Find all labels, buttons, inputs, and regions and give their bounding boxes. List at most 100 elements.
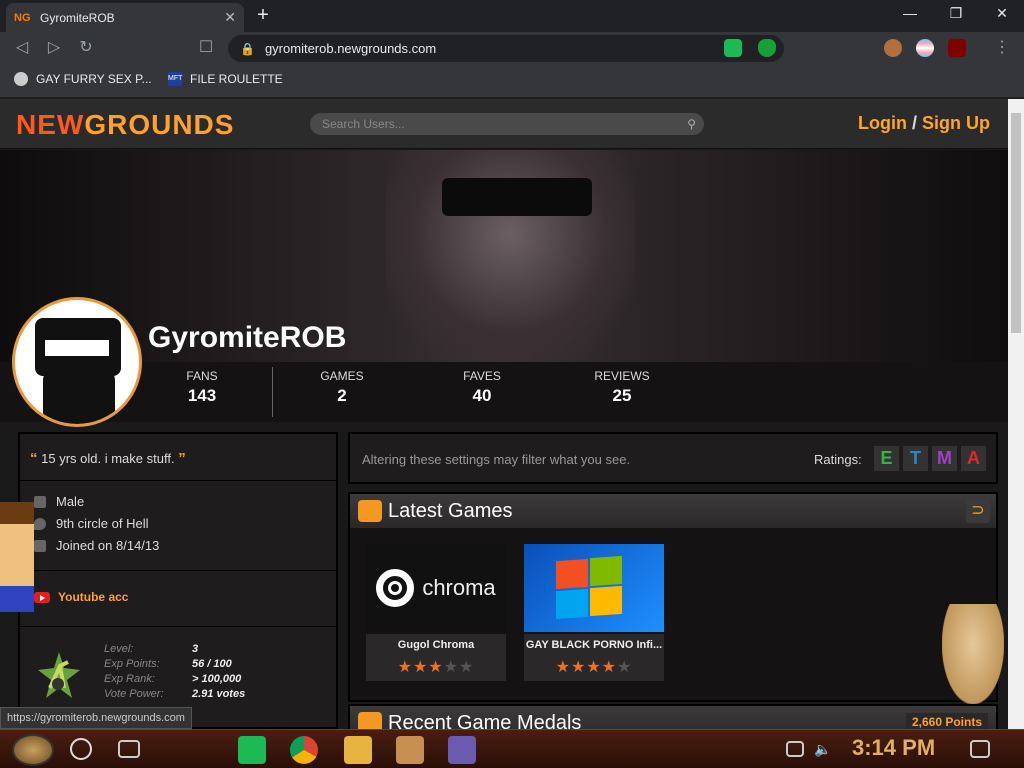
login-link[interactable]: Login [858,113,907,133]
address-bar[interactable]: 🔒 gyromiterob.newgrounds.com [228,35,784,62]
stat-reviews[interactable]: REVIEWS 25 [562,369,682,406]
chrome-taskbar-icon[interactable] [290,736,318,764]
game-title[interactable]: Gugol Chroma [366,634,506,656]
windows-taskbar: 🔈 3:14 PM [0,729,1024,768]
browser-tab-strip: NG GyromiteROB ✕ + — ❐ ✕ [0,0,1024,32]
joined-row: Joined on 8/14/13 [34,538,159,553]
task-view-icon[interactable] [118,740,140,758]
quote-open-icon: “ [30,450,38,467]
recent-medals-title[interactable]: Recent Game Medals [388,712,581,729]
start-button[interactable] [12,734,54,766]
virtualbox-icon[interactable] [448,736,476,764]
profile-quote: “ 15 yrs old. i make stuff. ” [30,450,186,467]
youtube-link[interactable]: Youtube acc [34,590,128,604]
tab-title: GyromiteROB [40,10,115,25]
star-filled-icon: ★ [586,659,602,676]
search-users-input[interactable]: Search Users... ⚲ [310,113,704,135]
browser-tab-active[interactable]: NG GyromiteROB ✕ [6,3,244,32]
latest-games-panel: Latest Games ⊃ chroma Gugol Chroma ★★★★★… [348,492,998,702]
new-tab-button[interactable]: + [252,4,274,26]
location-pin-icon [34,517,46,530]
status-bar-url: https://gyromiterob.newgrounds.com [0,707,192,729]
star-filled-icon: ★ [397,659,413,676]
stat-faves[interactable]: FAVES 40 [422,369,542,406]
close-window-button[interactable]: ✕ [982,5,1022,22]
shield-extension-icon[interactable] [758,39,776,57]
notifications-icon[interactable] [970,740,990,758]
ublock-icon[interactable] [948,39,966,57]
bookmark-item[interactable]: GAY FURRY SEX P... [14,72,152,86]
browser-toolbar: ◁ ▷ ↻ ☐ 🔒 gyromiterob.newgrounds.com ⋮ [0,32,1024,64]
url-text: gyromiterob.newgrounds.com [264,41,437,56]
signup-link[interactable]: Sign Up [922,113,990,133]
game-card[interactable]: chroma Gugol Chroma ★★★★★ [366,544,506,681]
scroll-thumb[interactable] [1011,113,1021,333]
network-icon[interactable] [786,741,804,757]
rating-t-button[interactable]: T [903,446,928,471]
tab-close-icon[interactable]: ✕ [224,9,236,26]
rating-e-button[interactable]: E [874,446,899,471]
star-filled-icon: ★ [428,659,444,676]
maximize-button[interactable]: ❐ [936,5,976,22]
stat-games[interactable]: GAMES 2 [282,369,402,406]
game-thumbnail[interactable] [524,544,664,632]
profile-avatar-icon[interactable] [884,39,902,57]
rating-m-button[interactable]: M [932,446,957,471]
level-stats: Level: 3 Exp Points: 56 / 100 Exp Rank: > 1… [104,643,246,700]
medal-points-badge: 2,660 Points [905,713,988,729]
file-explorer-icon[interactable] [344,736,372,764]
chroma-logo-icon [376,569,415,607]
gamepad-icon [358,500,382,522]
cortana-icon[interactable] [70,738,92,760]
bookmark-item[interactable]: MFT FILE ROULETTE [168,72,283,86]
medal-icon [358,712,382,729]
volume-muted-icon[interactable]: 🔈 [814,741,832,757]
taskbar-game-icon[interactable] [396,736,424,764]
star-filled-icon: ★ [601,659,618,676]
rating-a-button[interactable]: A [961,446,986,471]
forward-button[interactable]: ▷ [44,38,64,58]
bookmark-label: FILE ROULETTE [190,72,283,86]
game-title[interactable]: GAY BLACK PORNO Infi... [524,634,664,656]
star-filled-icon: ★ [555,659,571,676]
back-button[interactable]: ◁ [12,38,32,58]
flag-extension-icon[interactable] [916,39,934,57]
star-empty-icon: ★ [443,659,460,676]
minimize-button[interactable]: — [890,5,930,21]
bookmark-star-icon[interactable]: ☐ [196,38,216,58]
page-scrollbar[interactable] [1008,99,1024,729]
game-rating-stars: ★★★★★ [366,656,506,681]
slingshot-level-icon [38,652,80,698]
calendar-icon [34,539,46,552]
avatar[interactable] [12,297,142,427]
reload-button[interactable]: ↻ [76,38,96,58]
globe-icon [14,72,28,86]
ratings-label: Ratings: [814,452,862,467]
star-filled-icon: ★ [412,659,429,676]
latest-games-title[interactable]: Latest Games [388,500,513,523]
gender-row: Male [34,494,84,509]
hamster-sprite [942,604,1004,704]
rss-icon[interactable]: ⊃ [966,499,990,523]
search-icon[interactable]: ⚲ [687,113,696,135]
star-filled-icon: ★ [570,659,587,676]
stat-fans[interactable]: FANS 143 [142,369,262,406]
game-thumbnail[interactable]: chroma [366,544,506,632]
lock-icon: 🔒 [240,41,255,56]
quote-close-icon: ” [178,450,186,467]
profile-username: GyromiteROB [148,321,347,354]
newgrounds-logo[interactable]: NEWGROUNDS [16,109,234,141]
taskbar-clock[interactable]: 3:14 PM [852,735,935,761]
auth-links: Login / Sign Up [858,113,990,133]
extension-green-icon[interactable] [724,39,742,57]
search-placeholder: Search Users... [322,117,405,131]
stat-divider [272,367,273,417]
rating-filter-panel: Altering these settings may filter what … [348,432,998,484]
recent-medals-panel: Recent Game Medals 2,660 Points [348,704,998,729]
menu-icon[interactable]: ⋮ [992,38,1012,58]
newgrounds-favicon-icon: NG [14,11,31,24]
page-content: NEWGROUNDS Search Users... ⚲ Login / Sig… [0,99,1008,729]
bookmark-label: GAY FURRY SEX P... [36,72,152,86]
taskbar-app-green-icon[interactable] [238,736,266,764]
game-card[interactable]: GAY BLACK PORNO Infi... ★★★★★ [524,544,664,681]
